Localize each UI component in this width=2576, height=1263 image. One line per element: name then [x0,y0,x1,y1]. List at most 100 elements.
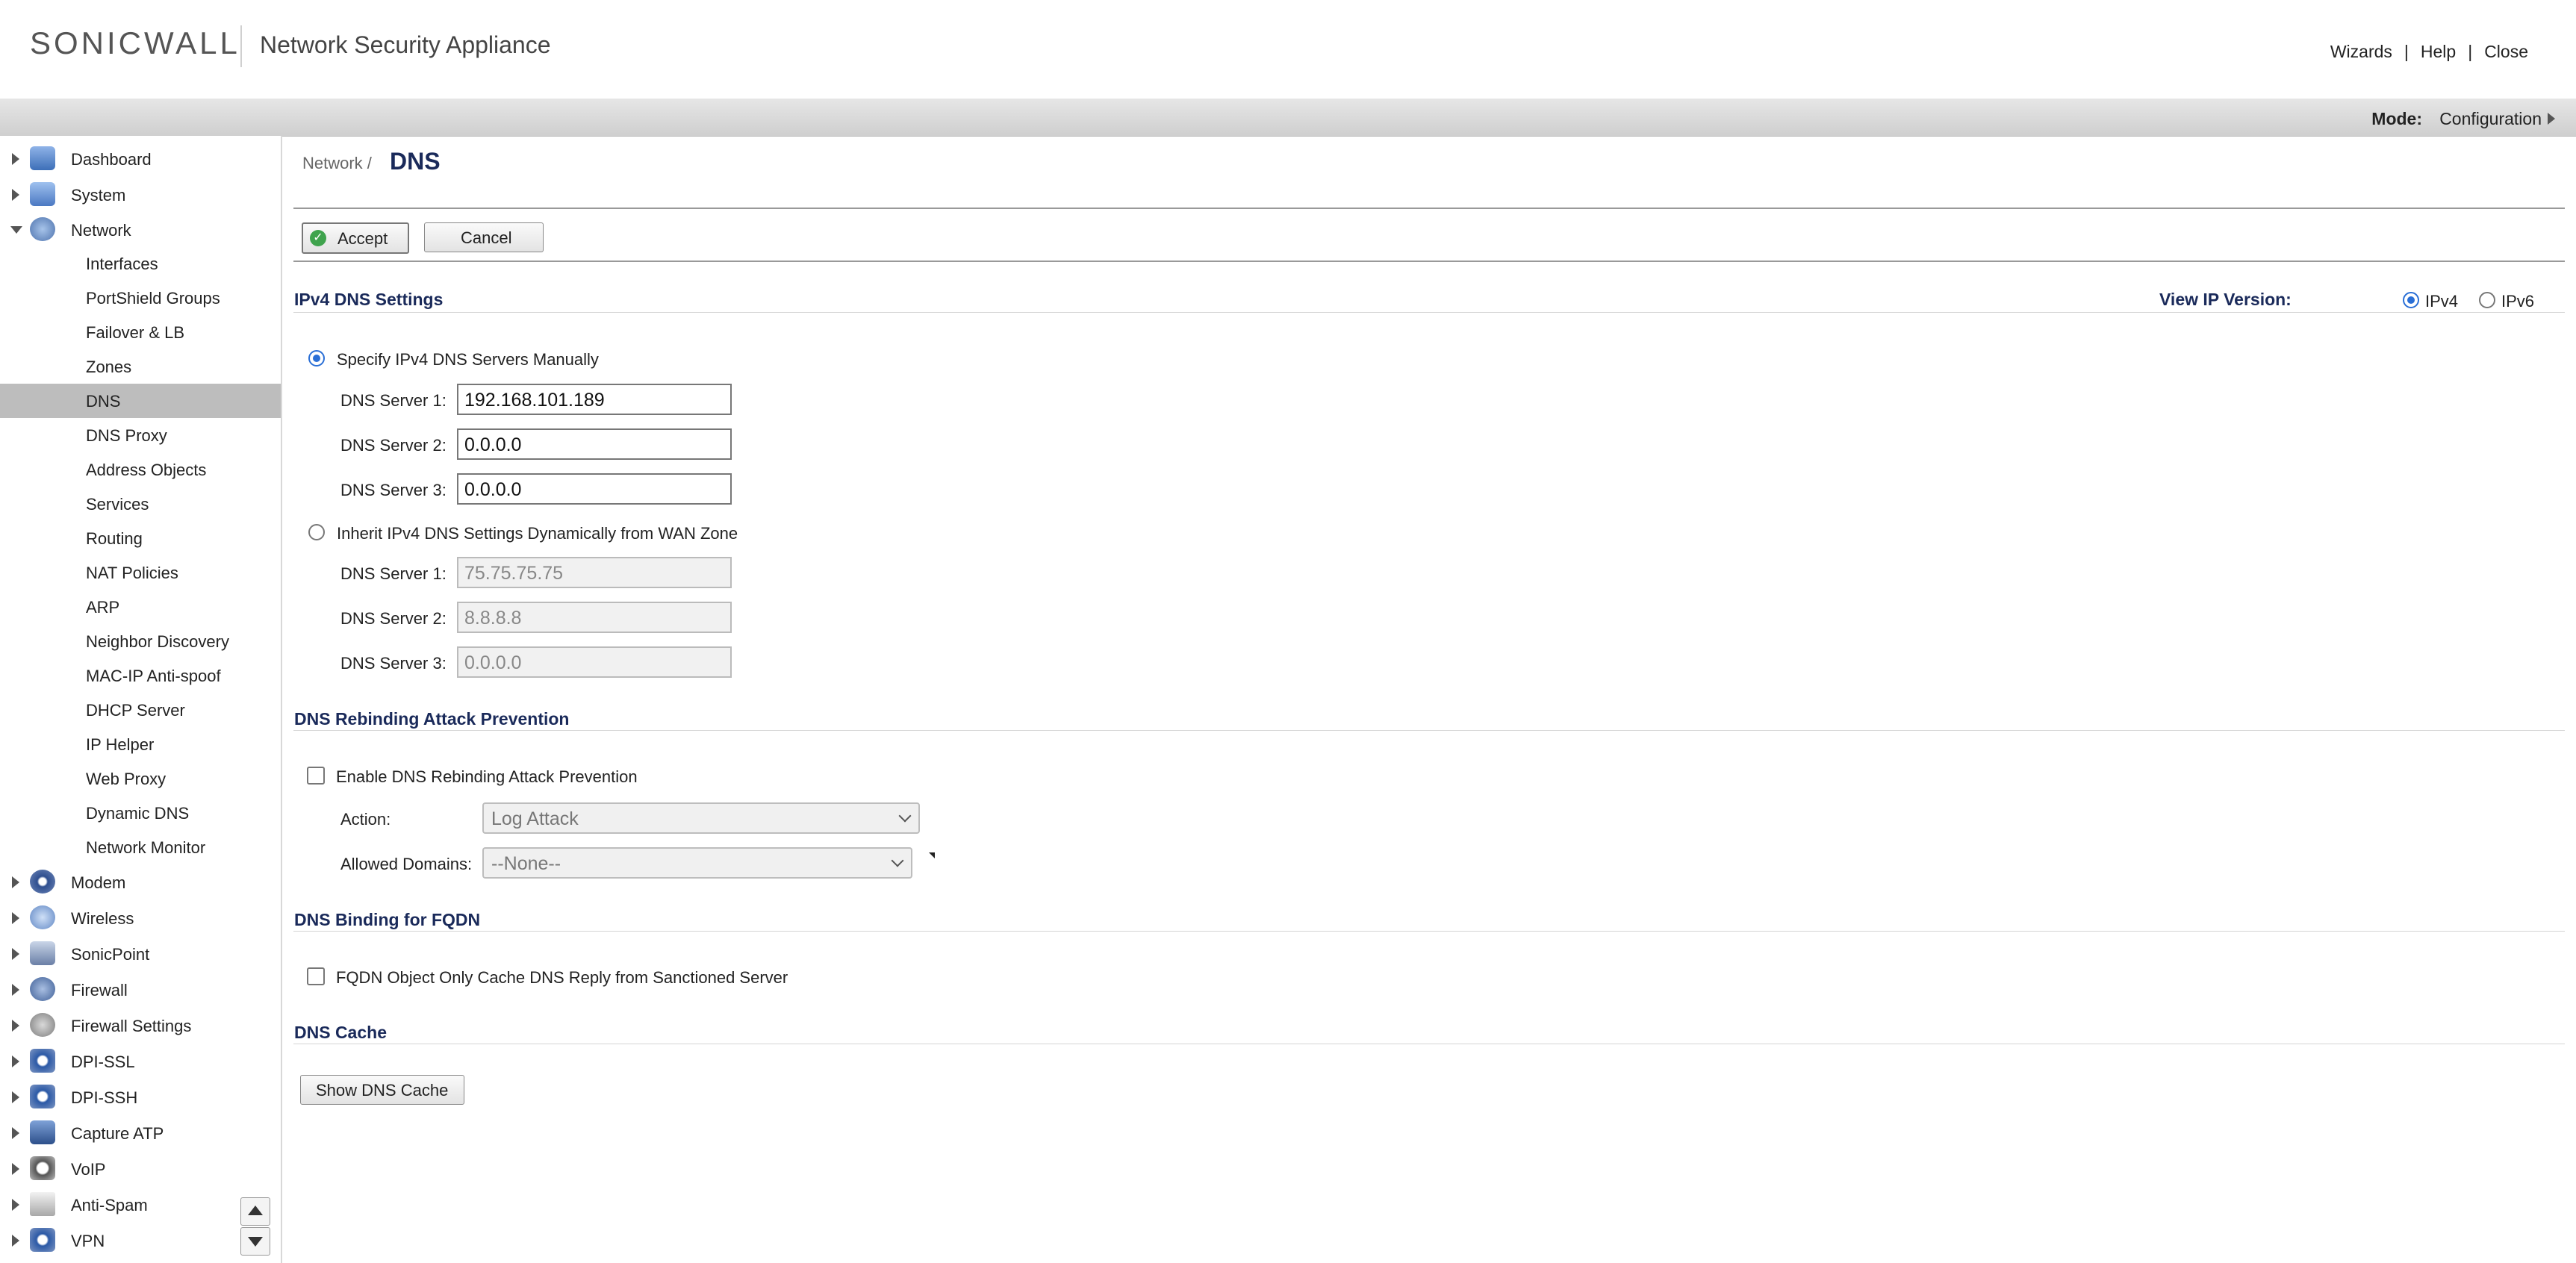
sidebar-item-firewall-settings[interactable]: Firewall Settings [0,1008,281,1043]
expand-arrow-icon[interactable] [12,153,19,165]
enable-rebinding-checkbox[interactable] [307,767,325,785]
sidebar-item-neighbor-discovery[interactable]: Neighbor Discovery [0,624,281,658]
sidebar-item-interfaces[interactable]: Interfaces [0,246,281,281]
breadcrumb[interactable]: Network / [302,154,372,173]
sidebar-item-anti-spam[interactable]: Anti-Spam [0,1188,281,1222]
show-dns-cache-button-label: Show DNS Cache [316,1081,449,1100]
expand-arrow-icon[interactable] [12,912,19,924]
inherited-dns-server-3-input: 0.0.0.0 [457,646,732,678]
radio-specify-manually[interactable] [308,350,325,367]
chart-icon [30,146,55,170]
sidebar-item-label: ARP [86,598,120,617]
show-dns-cache-button[interactable]: Show DNS Cache [300,1075,464,1105]
sidebar-item-firewall[interactable]: Firewall [0,973,281,1007]
expand-arrow-icon[interactable] [12,1163,19,1175]
toolbar-bottom-rule [293,261,2565,262]
expand-arrow-icon[interactable] [12,1091,19,1103]
link-separator: | [2404,42,2409,61]
sidebar-item-label: PortShield Groups [86,289,220,308]
sidebar-item-services[interactable]: Services [0,487,281,521]
sidebar-item-label: Interfaces [86,255,158,273]
sidebar-item-label: Services [86,495,149,514]
sidebar-item-dhcp-server[interactable]: DHCP Server [0,693,281,727]
expand-arrow-icon[interactable] [12,876,19,888]
sidebar-item-routing[interactable]: Routing [0,521,281,555]
dns-server-3-input[interactable]: 0.0.0.0 [457,473,732,505]
sidebar-item-sonicpoint[interactable]: SonicPoint [0,937,281,971]
sidebar-item-dynamic-dns[interactable]: Dynamic DNS [0,796,281,830]
sidebar-item-wireless[interactable]: Wireless [0,901,281,935]
sidebar-item-mac-ip-anti-spoof[interactable]: MAC-IP Anti-spoof [0,658,281,693]
sidebar-item-network[interactable]: Network [0,213,281,247]
vpn-icon [30,1228,55,1252]
sonicwall-logo: SONICWALL [30,25,240,60]
checkmark-icon: ✓ [310,230,326,246]
sidebar-item-nat-policies[interactable]: NAT Policies [0,555,281,590]
close-link[interactable]: Close [2484,42,2528,61]
fqdn-cache-checkbox[interactable] [307,967,325,985]
sidebar: Dashboard System Network Interfaces Port… [0,136,282,1263]
collapse-arrow-icon[interactable] [10,226,22,234]
section-title-dns-rebinding: DNS Rebinding Attack Prevention [294,709,570,729]
sidebar-item-ip-helper[interactable]: IP Helper [0,727,281,761]
radio-ipv6[interactable] [2479,292,2495,308]
radio-ipv6-label: IPv6 [2501,292,2535,311]
sidebar-item-dashboard[interactable]: Dashboard [0,142,281,176]
wizards-link[interactable]: Wizards [2330,42,2392,61]
globe-icon [30,217,55,241]
expand-arrow-icon[interactable] [12,1055,19,1067]
sidebar-item-zones[interactable]: Zones [0,349,281,384]
sidebar-item-failover-lb[interactable]: Failover & LB [0,315,281,349]
sidebar-item-label: Failover & LB [86,323,185,342]
expand-arrow-icon[interactable] [12,189,19,201]
sidebar-item-dpi-ssl[interactable]: DPI-SSL [0,1044,281,1079]
mode-selector[interactable]: Configuration [2439,109,2542,129]
sidebar-item-dns[interactable]: DNS [0,384,281,418]
accept-button[interactable]: ✓ Accept [302,222,409,254]
sidebar-item-label: VPN [71,1232,105,1250]
fqdn-cache-label: FQDN Object Only Cache DNS Reply from Sa… [336,968,788,987]
expand-arrow-icon[interactable] [12,1235,19,1247]
expand-arrow-icon[interactable] [12,984,19,996]
sidebar-item-label: Network [71,221,131,240]
access-point-icon [30,941,55,965]
wireless-icon [30,905,55,929]
expand-arrow-icon[interactable] [12,948,19,960]
radio-inherit-wan-label: Inherit IPv4 DNS Settings Dynamically fr… [337,524,738,543]
radio-inherit-wan[interactable] [308,524,325,540]
radio-ipv4[interactable] [2403,292,2419,308]
sidebar-item-modem[interactable]: Modem [0,865,281,899]
dns-server-1-input[interactable]: 192.168.101.189 [457,384,732,415]
sidebar-item-label: Modem [71,873,126,892]
expand-arrow-icon[interactable] [12,1199,19,1211]
expand-arrow-icon[interactable] [12,1020,19,1032]
sidebar-item-label: Dashboard [71,150,152,169]
sidebar-item-vpn[interactable]: VPN [0,1223,281,1258]
sidebar-item-portshield-groups[interactable]: PortShield Groups [0,281,281,315]
scroll-up-button[interactable] [240,1197,270,1226]
sidebar-item-dpi-ssh[interactable]: DPI-SSH [0,1080,281,1114]
sidebar-item-web-proxy[interactable]: Web Proxy [0,761,281,796]
inherited-dns-server-2-input: 8.8.8.8 [457,602,732,633]
sidebar-item-capture-atp[interactable]: Capture ATP [0,1116,281,1150]
allowed-domains-select[interactable]: --None-- [482,847,912,879]
sidebar-item-label: Zones [86,358,132,376]
sidebar-item-label: DNS Proxy [86,426,167,445]
scroll-down-button[interactable] [240,1227,270,1256]
sidebar-item-system[interactable]: System [0,178,281,212]
sidebar-item-arp[interactable]: ARP [0,590,281,624]
expand-arrow-icon[interactable] [12,1127,19,1139]
sidebar-item-dns-proxy[interactable]: DNS Proxy [0,418,281,452]
dns-server-2-input[interactable]: 0.0.0.0 [457,428,732,460]
action-select[interactable]: Log Attack [482,802,920,834]
help-link[interactable]: Help [2421,42,2456,61]
sidebar-item-label: IP Helper [86,735,155,754]
allowed-domains-select-value: --None-- [491,853,561,874]
sidebar-item-voip[interactable]: VoIP [0,1152,281,1186]
inherited-dns-server-1-input: 75.75.75.75 [457,557,732,588]
play-arrow-icon[interactable] [2548,113,2555,125]
sidebar-item-network-monitor[interactable]: Network Monitor [0,830,281,864]
sidebar-item-address-objects[interactable]: Address Objects [0,452,281,487]
radio-ipv4-label: IPv4 [2425,292,2459,311]
cancel-button[interactable]: Cancel [424,222,544,252]
